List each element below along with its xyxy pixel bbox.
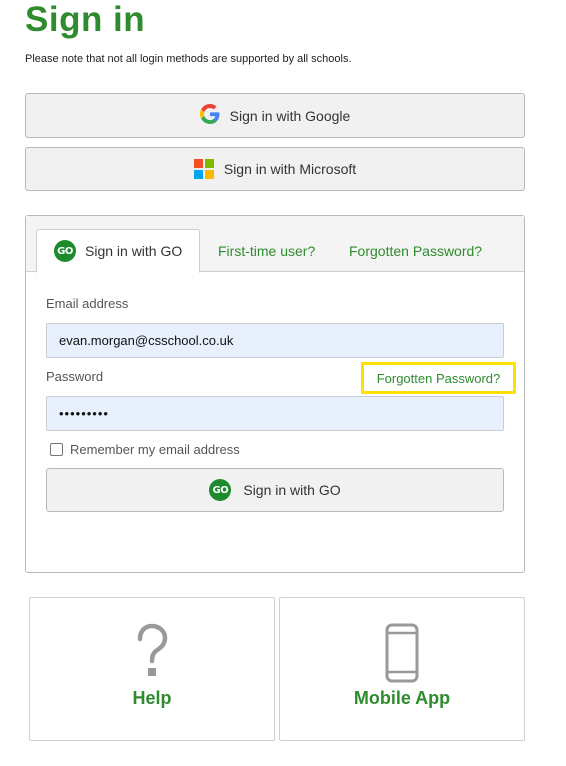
- mobile-app-label: Mobile App: [353, 688, 451, 708]
- microsoft-signin-label: Sign in with Microsoft: [223, 161, 357, 177]
- tab-sign-in-with-go[interactable]: GO Sign in with GO: [36, 229, 200, 273]
- google-signin-button[interactable]: Sign in with Google: [25, 93, 525, 138]
- remember-email-option[interactable]: Remember my email address: [50, 442, 240, 457]
- google-signin-label: Sign in with Google: [229, 107, 351, 124]
- help-label: Help: [132, 688, 172, 708]
- go-signin-panel: GO Sign in with GO First-time user? Forg…: [25, 215, 525, 573]
- tab-forgotten-password[interactable]: Forgotten Password?: [349, 229, 482, 272]
- page-title: Sign in: [25, 0, 146, 39]
- tab-first-time-user[interactable]: First-time user?: [218, 229, 315, 272]
- go-signin-button[interactable]: GO Sign in with GO: [46, 468, 504, 512]
- tab-bar: GO Sign in with GO First-time user? Forg…: [26, 216, 524, 273]
- microsoft-icon: [193, 159, 214, 179]
- question-icon: [30, 623, 274, 685]
- tab-label: Sign in with GO: [85, 243, 183, 259]
- microsoft-signin-button[interactable]: Sign in with Microsoft: [25, 147, 525, 191]
- login-note: Please note that not all login methods a…: [25, 53, 352, 65]
- password-field[interactable]: •••••••••: [46, 396, 504, 431]
- help-card[interactable]: Help: [29, 597, 275, 741]
- google-icon: [199, 104, 220, 127]
- remember-email-label: Remember my email address: [70, 442, 240, 457]
- go-logo-icon: GO: [209, 479, 232, 501]
- remember-email-checkbox[interactable]: [50, 443, 63, 456]
- go-logo-icon: GO: [54, 240, 76, 262]
- email-label: Email address: [46, 296, 129, 311]
- forgotten-password-link[interactable]: Forgotten Password?: [361, 362, 516, 394]
- smartphone-icon: [280, 623, 524, 685]
- go-signin-label: Sign in with GO: [243, 482, 341, 498]
- mobile-app-card[interactable]: Mobile App: [279, 597, 525, 741]
- password-label: Password: [46, 369, 104, 384]
- email-field[interactable]: evan.morgan@csschool.co.uk: [46, 323, 504, 358]
